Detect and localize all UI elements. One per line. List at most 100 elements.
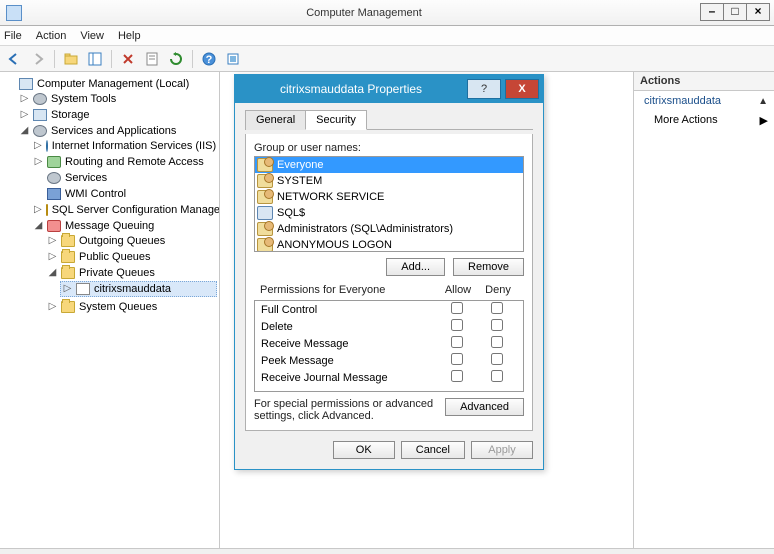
refresh-button[interactable] [166, 49, 186, 69]
user-list-row[interactable]: Administrators (SQL\Administrators) [255, 221, 523, 237]
tab-security[interactable]: Security [305, 110, 367, 130]
dialog-close-button[interactable]: X [505, 79, 539, 99]
close-button[interactable]: × [746, 3, 770, 21]
tree-label: Public Queues [79, 251, 151, 263]
permissions-grid[interactable]: Full ControlDeleteReceive MessagePeek Me… [254, 300, 524, 392]
more-actions-label: More Actions [654, 114, 718, 127]
back-button[interactable] [4, 49, 24, 69]
tree-outgoing-queues[interactable]: ▷Outgoing Queues [46, 234, 217, 248]
permission-row: Receive Journal Message [255, 369, 523, 386]
tree-storage[interactable]: ▷Storage [18, 108, 217, 122]
server-icon [19, 78, 33, 90]
tree-label: Routing and Remote Access [65, 156, 204, 168]
cancel-button[interactable]: Cancel [401, 441, 465, 459]
tree-label: WMI Control [65, 188, 126, 200]
ok-button[interactable]: OK [333, 441, 395, 459]
column-allow: Allow [438, 284, 478, 296]
tree-system-tools[interactable]: ▷System Tools [18, 92, 217, 106]
user-name: Everyone [277, 159, 323, 171]
tree-label: Private Queues [79, 267, 155, 279]
allow-checkbox[interactable] [451, 353, 463, 365]
user-name: ANONYMOUS LOGON [277, 239, 392, 251]
remove-button[interactable]: Remove [453, 258, 524, 276]
help-button[interactable]: ? [199, 49, 219, 69]
properties-dialog: citrixsmauddata Properties ? X General S… [234, 74, 544, 470]
user-icon [257, 206, 273, 220]
user-list-row[interactable]: ANONYMOUS LOGON [255, 237, 523, 252]
group-icon [257, 222, 273, 236]
dialog-title: citrixsmauddata Properties [235, 82, 467, 96]
permissions-label: Permissions for Everyone [260, 284, 438, 296]
allow-checkbox[interactable] [451, 336, 463, 348]
advanced-button[interactable]: Advanced [445, 398, 524, 416]
delete-button[interactable] [118, 49, 138, 69]
group-user-label: Group or user names: [254, 142, 524, 154]
collapse-icon[interactable]: ▲ [758, 96, 768, 107]
actions-queue-name: citrixsmauddata [644, 95, 721, 107]
permission-row: Receive Message [255, 335, 523, 352]
tree-wmi[interactable]: WMI Control [32, 187, 217, 201]
database-icon [46, 204, 48, 216]
separator [111, 50, 112, 68]
user-list-row[interactable]: SYSTEM [255, 173, 523, 189]
folder-icon [61, 251, 75, 263]
folder-icon [61, 267, 75, 279]
apply-button[interactable]: Apply [471, 441, 533, 459]
permission-name: Delete [261, 321, 437, 333]
user-list-row[interactable]: NETWORK SERVICE [255, 189, 523, 205]
group-icon [257, 190, 273, 204]
tree-label: System Tools [51, 93, 116, 105]
deny-checkbox[interactable] [491, 353, 503, 365]
more-actions[interactable]: More Actions ▶ [634, 111, 774, 130]
maximize-button[interactable]: □ [723, 3, 747, 21]
dialog-tabs: General Security [245, 109, 533, 130]
up-button[interactable] [61, 49, 81, 69]
gear-icon [33, 93, 47, 105]
user-list-row[interactable]: Everyone [255, 157, 523, 173]
tree-root[interactable]: Computer Management (Local) [4, 77, 217, 91]
allow-checkbox[interactable] [451, 302, 463, 314]
tree-label: Internet Information Services (IIS) Mana… [52, 140, 220, 152]
menu-help[interactable]: Help [118, 30, 141, 42]
tree-services-apps[interactable]: ◢Services and Applications [18, 124, 217, 138]
menu-view[interactable]: View [80, 30, 104, 42]
add-button[interactable]: Add... [386, 258, 445, 276]
deny-checkbox[interactable] [491, 302, 503, 314]
user-listbox[interactable]: Everyone SYSTEMNETWORK SERVICESQL$Adminis… [254, 156, 524, 252]
chevron-right-icon: ▶ [760, 114, 768, 127]
menu-file[interactable]: File [4, 30, 22, 42]
statusbar [0, 548, 774, 554]
folder-icon [61, 235, 75, 247]
tree-private-queues[interactable]: ◢Private Queues [46, 266, 217, 280]
allow-checkbox[interactable] [451, 319, 463, 331]
tree-public-queues[interactable]: ▷Public Queues [46, 250, 217, 264]
user-list-row[interactable]: SQL$ [255, 205, 523, 221]
tab-general[interactable]: General [245, 110, 306, 130]
minimize-button[interactable]: – [700, 3, 724, 21]
export-button[interactable] [223, 49, 243, 69]
tree-iis[interactable]: ▷Internet Information Services (IIS) Man… [32, 139, 217, 153]
forward-button[interactable] [28, 49, 48, 69]
tree-label: SQL Server Configuration Manager [52, 204, 220, 216]
tree-sql[interactable]: ▷SQL Server Configuration Manager [32, 203, 217, 217]
permission-name: Full Control [261, 304, 437, 316]
allow-checkbox[interactable] [451, 370, 463, 382]
tree-system-queues[interactable]: ▷System Queues [46, 300, 217, 314]
queue-icon [76, 283, 90, 295]
deny-checkbox[interactable] [491, 336, 503, 348]
dialog-help-button[interactable]: ? [467, 79, 501, 99]
properties-button[interactable] [142, 49, 162, 69]
tree-message-queuing[interactable]: ◢Message Queuing [32, 219, 217, 233]
show-hide-button[interactable] [85, 49, 105, 69]
storage-icon [33, 109, 47, 121]
separator [192, 50, 193, 68]
permission-row: Full Control [255, 301, 523, 318]
tree-routing[interactable]: ▷Routing and Remote Access [32, 155, 217, 169]
deny-checkbox[interactable] [491, 370, 503, 382]
deny-checkbox[interactable] [491, 319, 503, 331]
gear-icon [33, 125, 47, 137]
menu-action[interactable]: Action [36, 30, 67, 42]
tree-queue-item[interactable]: ▷citrixsmauddata [60, 281, 217, 297]
permission-name: Receive Journal Message [261, 372, 437, 384]
tree-services[interactable]: Services [32, 171, 217, 185]
